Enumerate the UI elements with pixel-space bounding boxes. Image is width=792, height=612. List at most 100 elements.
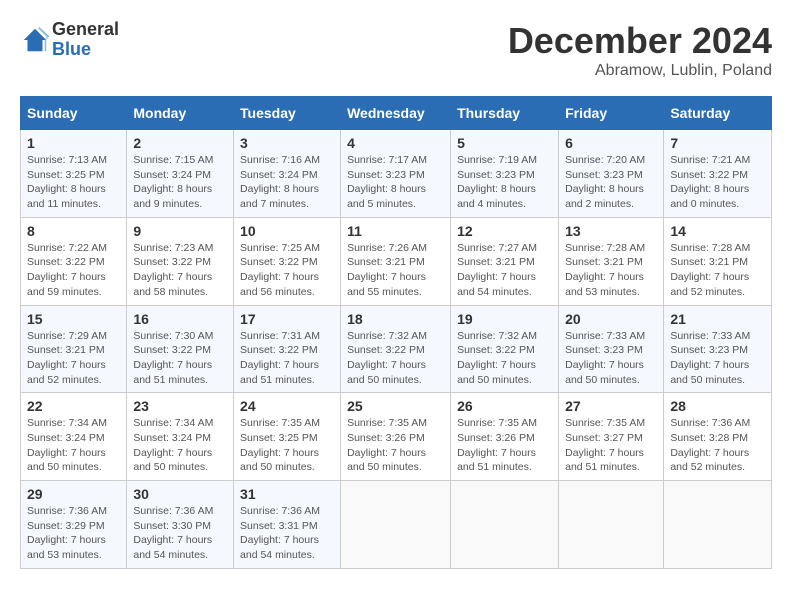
sunset-label: Sunset:	[670, 169, 709, 181]
day-number: 21	[670, 311, 765, 327]
sunrise-value: 7:36 AM	[712, 417, 751, 429]
calendar-body: 1 Sunrise: 7:13 AM Sunset: 3:25 PM Dayli…	[21, 130, 772, 569]
logo: General Blue	[20, 20, 119, 60]
sunrise-value: 7:23 AM	[175, 242, 214, 254]
calendar-cell: 7 Sunrise: 7:21 AM Sunset: 3:22 PM Dayli…	[664, 130, 772, 218]
sunset-label: Sunset:	[133, 344, 172, 356]
day-number: 13	[565, 223, 657, 239]
sunrise-value: 7:31 AM	[281, 330, 320, 342]
day-info: Sunrise: 7:28 AM Sunset: 3:21 PM Dayligh…	[565, 241, 657, 300]
daylight-label: Daylight:	[240, 534, 284, 546]
calendar-week-5: 29 Sunrise: 7:36 AM Sunset: 3:29 PM Dayl…	[21, 481, 772, 569]
sunset-value: 3:23 PM	[604, 169, 643, 181]
day-number: 16	[133, 311, 227, 327]
sunrise-value: 7:22 AM	[68, 242, 107, 254]
sunset-value: 3:22 PM	[279, 256, 318, 268]
sunrise-value: 7:35 AM	[607, 417, 646, 429]
day-info: Sunrise: 7:33 AM Sunset: 3:23 PM Dayligh…	[670, 329, 765, 388]
day-number: 30	[133, 486, 227, 502]
calendar-cell: 24 Sunrise: 7:35 AM Sunset: 3:25 PM Dayl…	[234, 393, 341, 481]
sunset-label: Sunset:	[27, 432, 66, 444]
calendar-week-1: 1 Sunrise: 7:13 AM Sunset: 3:25 PM Dayli…	[21, 130, 772, 218]
day-info: Sunrise: 7:35 AM Sunset: 3:25 PM Dayligh…	[240, 416, 334, 475]
calendar-cell: 10 Sunrise: 7:25 AM Sunset: 3:22 PM Dayl…	[234, 217, 341, 305]
sunset-value: 3:24 PM	[66, 432, 105, 444]
sunrise-value: 7:20 AM	[607, 154, 646, 166]
day-info: Sunrise: 7:31 AM Sunset: 3:22 PM Dayligh…	[240, 329, 334, 388]
sunrise-value: 7:33 AM	[607, 330, 646, 342]
daylight-label: Daylight:	[347, 359, 391, 371]
sunrise-label: Sunrise:	[240, 330, 281, 342]
sunrise-label: Sunrise:	[347, 330, 388, 342]
day-number: 9	[133, 223, 227, 239]
calendar-cell: 21 Sunrise: 7:33 AM Sunset: 3:23 PM Dayl…	[664, 305, 772, 393]
day-info: Sunrise: 7:32 AM Sunset: 3:22 PM Dayligh…	[347, 329, 444, 388]
day-number: 15	[27, 311, 120, 327]
day-number: 3	[240, 135, 334, 151]
sunset-label: Sunset:	[670, 432, 709, 444]
calendar-cell: 17 Sunrise: 7:31 AM Sunset: 3:22 PM Dayl…	[234, 305, 341, 393]
sunrise-label: Sunrise:	[133, 330, 174, 342]
sunrise-value: 7:32 AM	[499, 330, 538, 342]
daylight-label: Daylight:	[670, 183, 714, 195]
sunset-label: Sunset:	[27, 344, 66, 356]
day-info: Sunrise: 7:30 AM Sunset: 3:22 PM Dayligh…	[133, 329, 227, 388]
sunrise-value: 7:34 AM	[68, 417, 107, 429]
sunset-label: Sunset:	[133, 432, 172, 444]
sunrise-value: 7:25 AM	[281, 242, 320, 254]
sunrise-label: Sunrise:	[565, 154, 606, 166]
header-row: SundayMondayTuesdayWednesdayThursdayFrid…	[21, 97, 772, 130]
sunrise-label: Sunrise:	[457, 417, 498, 429]
sunrise-value: 7:16 AM	[281, 154, 320, 166]
sunrise-value: 7:36 AM	[281, 505, 320, 517]
calendar-cell: 15 Sunrise: 7:29 AM Sunset: 3:21 PM Dayl…	[21, 305, 127, 393]
sunset-value: 3:22 PM	[172, 344, 211, 356]
calendar-cell: 2 Sunrise: 7:15 AM Sunset: 3:24 PM Dayli…	[127, 130, 234, 218]
calendar-cell: 22 Sunrise: 7:34 AM Sunset: 3:24 PM Dayl…	[21, 393, 127, 481]
daylight-label: Daylight:	[457, 359, 501, 371]
daylight-label: Daylight:	[670, 447, 714, 459]
day-number: 14	[670, 223, 765, 239]
calendar-cell: 28 Sunrise: 7:36 AM Sunset: 3:28 PM Dayl…	[664, 393, 772, 481]
calendar-week-2: 8 Sunrise: 7:22 AM Sunset: 3:22 PM Dayli…	[21, 217, 772, 305]
sunset-value: 3:21 PM	[709, 256, 748, 268]
day-info: Sunrise: 7:35 AM Sunset: 3:27 PM Dayligh…	[565, 416, 657, 475]
sunrise-label: Sunrise:	[27, 154, 68, 166]
sunrise-value: 7:29 AM	[68, 330, 107, 342]
sunset-label: Sunset:	[240, 520, 279, 532]
sunrise-label: Sunrise:	[240, 154, 281, 166]
calendar-cell	[341, 481, 451, 569]
calendar-table: SundayMondayTuesdayWednesdayThursdayFrid…	[20, 96, 772, 569]
day-number: 24	[240, 398, 334, 414]
sunset-label: Sunset:	[565, 169, 604, 181]
sunset-label: Sunset:	[565, 256, 604, 268]
sunrise-label: Sunrise:	[670, 417, 711, 429]
logo-general-text: General	[52, 20, 119, 40]
sunrise-label: Sunrise:	[240, 242, 281, 254]
logo-blue-text: Blue	[52, 40, 119, 60]
calendar-cell	[451, 481, 559, 569]
sunset-label: Sunset:	[240, 432, 279, 444]
header-monday: Monday	[127, 97, 234, 130]
sunrise-label: Sunrise:	[27, 242, 68, 254]
daylight-label: Daylight:	[347, 271, 391, 283]
day-number: 19	[457, 311, 552, 327]
sunset-value: 3:23 PM	[604, 344, 643, 356]
sunset-value: 3:28 PM	[709, 432, 748, 444]
day-info: Sunrise: 7:35 AM Sunset: 3:26 PM Dayligh…	[457, 416, 552, 475]
daylight-label: Daylight:	[457, 271, 501, 283]
daylight-label: Daylight:	[240, 183, 284, 195]
daylight-label: Daylight:	[457, 183, 501, 195]
calendar-cell: 20 Sunrise: 7:33 AM Sunset: 3:23 PM Dayl…	[559, 305, 664, 393]
sunrise-value: 7:33 AM	[712, 330, 751, 342]
day-number: 5	[457, 135, 552, 151]
sunset-label: Sunset:	[457, 344, 496, 356]
daylight-label: Daylight:	[565, 359, 609, 371]
header-wednesday: Wednesday	[341, 97, 451, 130]
sunset-label: Sunset:	[27, 169, 66, 181]
day-number: 10	[240, 223, 334, 239]
sunset-value: 3:22 PM	[709, 169, 748, 181]
location-text: Abramow, Lublin, Poland	[508, 62, 772, 80]
sunset-value: 3:25 PM	[279, 432, 318, 444]
day-info: Sunrise: 7:17 AM Sunset: 3:23 PM Dayligh…	[347, 153, 444, 212]
